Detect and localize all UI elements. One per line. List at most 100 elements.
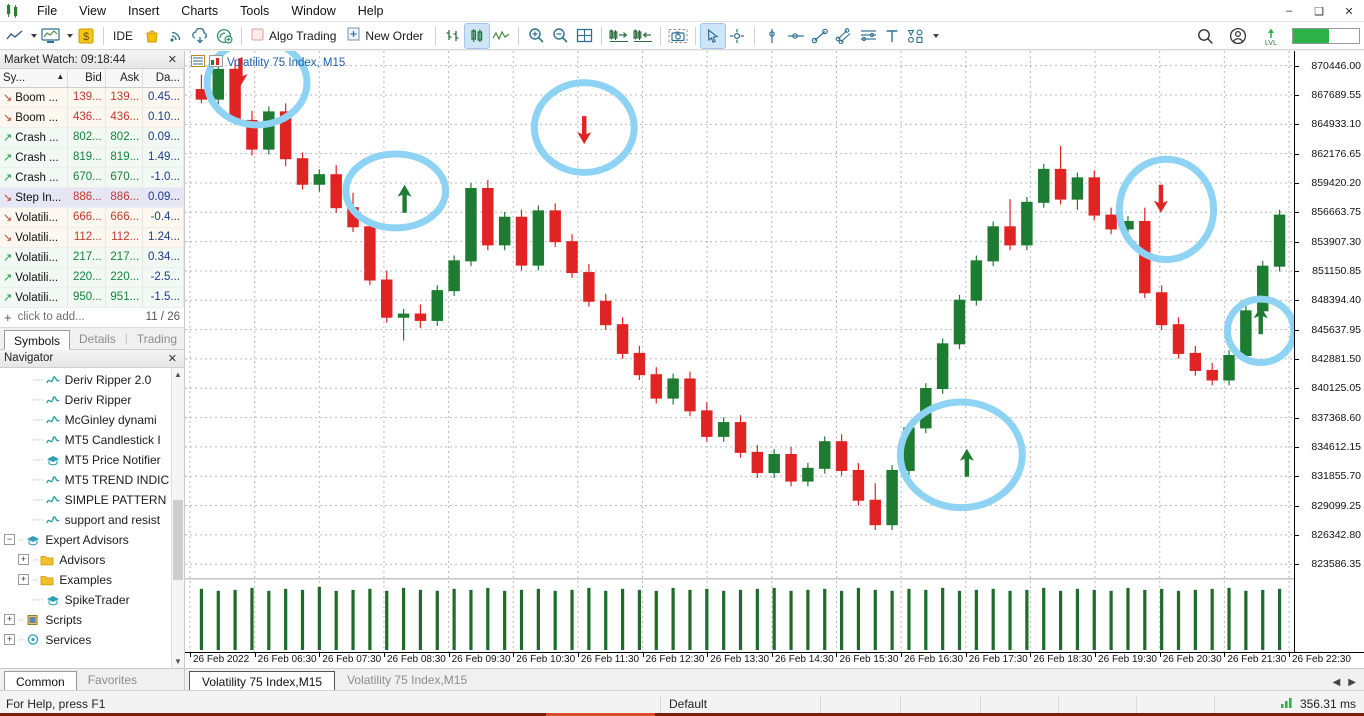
close-button[interactable]: ✕	[1334, 0, 1364, 22]
tab-common[interactable]: Common	[4, 671, 77, 691]
auto-scroll-icon[interactable]	[631, 24, 655, 48]
table-row[interactable]: ↘ Volatili... 666... 666... -0.4...	[0, 207, 184, 228]
navigator-scrollbar[interactable]: ▲ ▼	[171, 367, 184, 668]
profiles-icon[interactable]	[38, 24, 62, 48]
shift-end-icon[interactable]	[607, 24, 631, 48]
tab-details[interactable]: Details	[70, 329, 125, 349]
chart-tab-prev-icon[interactable]: ◀	[1333, 677, 1341, 688]
table-row[interactable]: ↘ Boom ... 139... 139... 0.45...	[0, 87, 184, 108]
profiles-dropdown-icon[interactable]	[62, 24, 74, 48]
new-chart-icon[interactable]	[2, 24, 26, 48]
vertical-line-icon[interactable]	[760, 24, 784, 48]
bar-chart-icon[interactable]	[441, 24, 465, 48]
screenshot-icon[interactable]	[666, 24, 690, 48]
shapes-icon[interactable]	[904, 24, 928, 48]
zoom-out-icon[interactable]	[548, 24, 572, 48]
expand-icon[interactable]: +	[4, 614, 15, 625]
price-axis[interactable]: 870446.00 867689.55 864933.10 862176.65 8594…	[1294, 51, 1364, 652]
signals-icon[interactable]	[164, 24, 188, 48]
new-order-button[interactable]: New Order	[343, 24, 430, 48]
navigator-item-spiketrader[interactable]: ···· SpikeTrader	[0, 590, 184, 610]
chart-indicator-icon[interactable]	[209, 55, 223, 70]
new-chart-dropdown-icon[interactable]	[26, 24, 38, 48]
table-row[interactable]: ↗ Crash ... 819... 819... 1.49...	[0, 147, 184, 168]
trendline-icon[interactable]	[808, 24, 832, 48]
navigator-item-deriv-ripper[interactable]: ···· Deriv Ripper	[0, 390, 184, 410]
tab-symbols[interactable]: Symbols	[4, 329, 71, 350]
chart-data-window-icon[interactable]	[191, 55, 205, 70]
vps-icon[interactable]	[212, 24, 236, 48]
crosshair-icon[interactable]	[725, 24, 749, 48]
table-row[interactable]: ↘ Volatili... 112... 112... 1.24...	[0, 227, 184, 248]
navigator-item-mt5-trend-indic[interactable]: ···· MT5 TREND INDIC	[0, 470, 184, 490]
tab-favorites[interactable]: Favorites	[77, 670, 148, 690]
chart-tab-active[interactable]: Volatility 75 Index,M15	[189, 671, 336, 691]
shapes-dropdown-icon[interactable]	[928, 24, 940, 48]
navigator-item-scripts[interactable]: + ·· Scripts	[0, 610, 184, 630]
menu-file[interactable]: File	[26, 0, 68, 22]
navigator-item-mcginley-dynami[interactable]: ···· McGinley dynami	[0, 410, 184, 430]
chart-plot-area[interactable]	[185, 51, 1298, 652]
navigator-item-services[interactable]: + ·· Services	[0, 630, 184, 650]
algo-trading-button[interactable]: Algo Trading	[247, 24, 343, 48]
column-ask[interactable]: Ask	[105, 69, 144, 88]
navigator-item-mt5-price-notifier[interactable]: ···· MT5 Price Notifier	[0, 450, 184, 470]
minimize-button[interactable]: –	[1274, 0, 1304, 22]
navigator-item-examples[interactable]: + ·· Examples	[0, 570, 184, 590]
search-icon[interactable]	[1193, 24, 1217, 48]
column-symbol[interactable]: Sy... ▲	[0, 69, 69, 88]
menu-tools[interactable]: Tools	[229, 0, 280, 22]
table-row[interactable]: ↗ Volatili... 220... 220... -2.5...	[0, 267, 184, 288]
status-connection[interactable]: 356.31 ms	[1214, 694, 1364, 713]
chart-tab-secondary[interactable]: Volatility 75 Index,M15	[335, 670, 479, 690]
market-watch-close-icon[interactable]: ✕	[165, 53, 180, 66]
table-row[interactable]: ↗ Crash ... 802... 802... 0.09...	[0, 127, 184, 148]
line-chart-icon[interactable]	[489, 24, 513, 48]
menu-help[interactable]: Help	[347, 0, 395, 22]
navigator-item-expert-advisors[interactable]: − ·· Expert Advisors	[0, 530, 184, 550]
table-row[interactable]: ↘ Step In... 886... 886... 0.09...	[0, 187, 184, 208]
table-row[interactable]: ↗ Crash ... 670... 670... -1.0...	[0, 167, 184, 188]
column-daily[interactable]: Da...	[142, 69, 184, 88]
text-icon[interactable]	[880, 24, 904, 48]
account-icon[interactable]	[1226, 24, 1250, 48]
navigator-item-mt5-candlestick-i[interactable]: ···· MT5 Candlestick I	[0, 430, 184, 450]
expand-icon[interactable]: +	[4, 634, 15, 645]
fibonacci-icon[interactable]	[856, 24, 880, 48]
scroll-down-icon[interactable]: ▼	[172, 655, 184, 668]
chart-tab-next-icon[interactable]: ▶	[1348, 677, 1356, 688]
expand-icon[interactable]: +	[18, 554, 29, 565]
scroll-up-icon[interactable]: ▲	[172, 368, 184, 381]
grid-icon[interactable]	[572, 24, 596, 48]
zoom-in-icon[interactable]	[524, 24, 548, 48]
navigator-item-support-and-resist[interactable]: ···· support and resist	[0, 510, 184, 530]
dollar-icon[interactable]: $	[74, 24, 98, 48]
navigator-item-deriv-ripper-2-0[interactable]: ···· Deriv Ripper 2.0	[0, 370, 184, 390]
collapse-icon[interactable]: −	[4, 534, 15, 545]
scrollbar-thumb[interactable]	[173, 499, 183, 580]
horizontal-line-icon[interactable]	[784, 24, 808, 48]
expand-icon[interactable]: +	[18, 574, 29, 585]
navigator-item-advisors[interactable]: + ·· Advisors	[0, 550, 184, 570]
cursor-icon[interactable]	[700, 22, 727, 49]
table-row[interactable]: ↗ Volatili... 950... 951... -1.5...	[0, 287, 184, 308]
equidistant-channel-icon[interactable]	[832, 24, 856, 48]
cloud-icon[interactable]	[188, 24, 212, 48]
menu-view[interactable]: View	[68, 0, 117, 22]
navigator-item-simple-pattern[interactable]: ···· SIMPLE PATTERN	[0, 490, 184, 510]
market-icon[interactable]	[140, 24, 164, 48]
status-profile[interactable]: Default	[660, 694, 820, 713]
menu-window[interactable]: Window	[280, 0, 346, 22]
menu-charts[interactable]: Charts	[170, 0, 229, 22]
column-bid[interactable]: Bid	[67, 69, 106, 88]
level-icon[interactable]: LVL	[1259, 24, 1283, 48]
table-row[interactable]: ↗ Volatili... 217... 217... 0.34...	[0, 247, 184, 268]
navigator-close-icon[interactable]: ✕	[165, 352, 180, 365]
candlestick-chart-icon[interactable]	[464, 22, 491, 49]
maximize-button[interactable]: ❑	[1304, 0, 1334, 22]
ide-button[interactable]: IDE	[109, 24, 140, 48]
menu-insert[interactable]: Insert	[117, 0, 170, 22]
chart-window[interactable]: Volatility 75 Index, M15 870446.00 867689…	[185, 51, 1364, 652]
tab-trading[interactable]: Trading	[128, 329, 186, 349]
market-watch-add-row[interactable]: + click to add... 11 / 26	[0, 307, 184, 328]
